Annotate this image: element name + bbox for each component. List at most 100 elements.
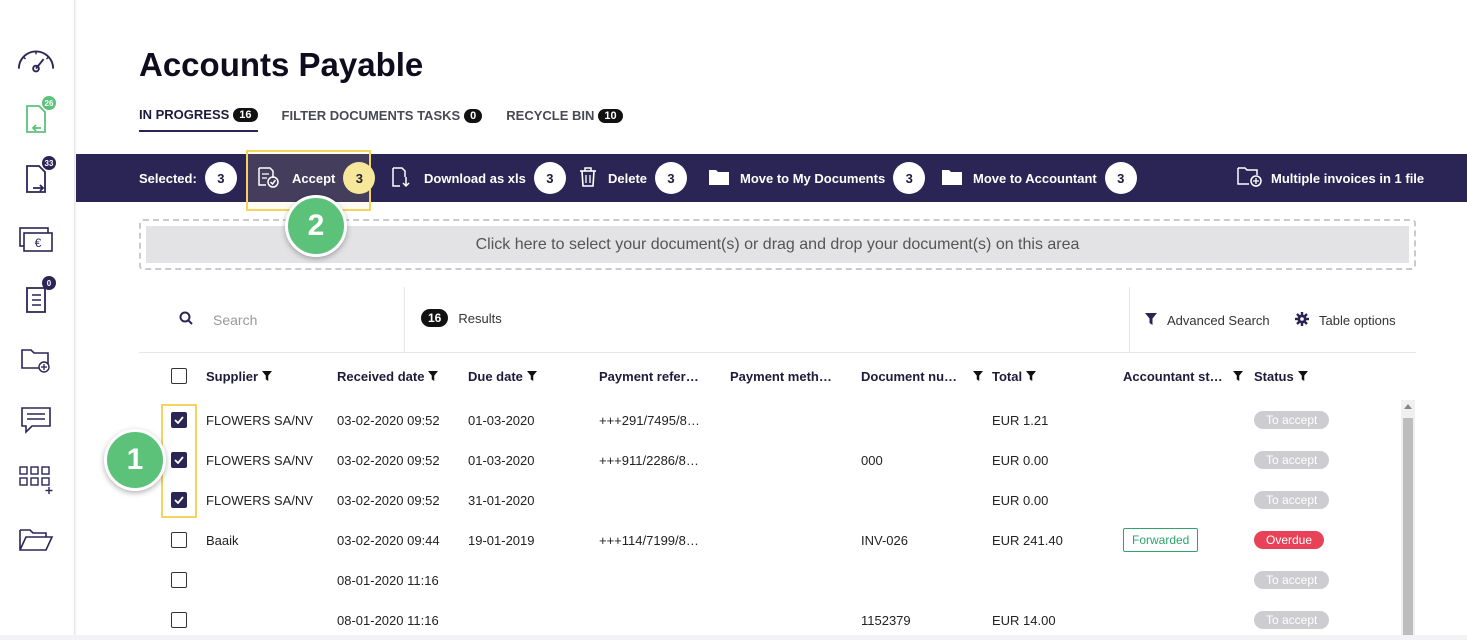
table-row[interactable]: 08-01-2020 11:16 To accept xyxy=(139,560,1399,600)
accept-label: Accept xyxy=(292,170,336,186)
tab-recycle-bin[interactable]: RECYCLE BIN 10 xyxy=(506,107,623,132)
selected-indicator: Selected: 3 xyxy=(139,154,237,202)
total-cell: EUR 0.00 xyxy=(992,492,1049,508)
filter-icon[interactable] xyxy=(428,369,439,384)
step-2-badge: 2 xyxy=(285,195,347,257)
table-row[interactable]: 08-01-2020 11:16 1152379 EUR 14.00 To ac… xyxy=(139,600,1399,640)
move-accountant-count: 3 xyxy=(1104,162,1137,194)
table-row[interactable]: Baaik 03-02-2020 09:44 19-01-2019 +++114… xyxy=(139,520,1399,560)
column-status[interactable]: Status xyxy=(1254,354,1308,398)
column-total[interactable]: Total xyxy=(992,354,1037,398)
selected-checkboxes-highlight xyxy=(161,404,197,518)
toolbar-divider xyxy=(1129,287,1130,353)
gear-icon xyxy=(1295,311,1309,329)
document-number-cell: 000 xyxy=(861,452,883,468)
multiple-invoices-button[interactable]: Multiple invoices in 1 file xyxy=(1237,154,1424,202)
delete-count: 3 xyxy=(655,162,688,194)
filter-icon xyxy=(1145,312,1157,328)
table-scrollbar[interactable] xyxy=(1401,400,1415,635)
table-row[interactable]: FLOWERS SA/NV 03-02-2020 09:52 31-01-202… xyxy=(139,480,1399,520)
filter-icon[interactable] xyxy=(973,369,984,384)
search-icon xyxy=(179,311,193,330)
document-number-cell: INV-026 xyxy=(861,532,908,548)
payment-reference-cell: +++911/2286/8… xyxy=(599,452,699,468)
table-row[interactable]: FLOWERS SA/NV 03-02-2020 09:52 01-03-202… xyxy=(139,440,1399,480)
outgoing-documents-icon[interactable]: 33 xyxy=(16,156,56,200)
table-row[interactable]: FLOWERS SA/NV 03-02-2020 09:52 01-03-202… xyxy=(139,400,1399,440)
messages-icon[interactable] xyxy=(16,400,56,440)
results-count: 16 xyxy=(421,309,449,327)
filter-icon[interactable] xyxy=(1026,369,1037,384)
add-folder-icon[interactable] xyxy=(16,340,56,380)
download-xls-button[interactable]: Download as xls 3 xyxy=(390,154,566,202)
add-folder-icon xyxy=(1237,166,1263,191)
search-input[interactable] xyxy=(213,312,373,328)
delete-button[interactable]: Delete 3 xyxy=(578,154,688,202)
row-checkbox[interactable] xyxy=(171,600,187,640)
tab-filter-documents-tasks[interactable]: FILTER DOCUMENTS TASKS 0 xyxy=(282,107,483,132)
move-to-my-documents-button[interactable]: Move to My Documents 3 xyxy=(708,154,926,202)
due-date-cell: 31-01-2020 xyxy=(468,492,535,508)
step-1-badge: 1 xyxy=(104,429,166,491)
status-badge: To accept xyxy=(1254,571,1330,589)
status-badge: To accept xyxy=(1254,611,1330,629)
table-options-button[interactable]: Table options xyxy=(1295,287,1396,353)
column-supplier[interactable]: Supplier xyxy=(206,354,273,398)
column-due-date[interactable]: Due date xyxy=(468,354,537,398)
total-cell: EUR 1.21 xyxy=(992,412,1049,428)
tab-bar: IN PROGRESS 16 FILTER DOCUMENTS TASKS 0 … xyxy=(139,107,623,132)
select-all-checkbox[interactable] xyxy=(171,354,187,398)
column-label: Accountant st… xyxy=(1123,368,1223,384)
scroll-up-arrow-icon[interactable] xyxy=(1404,404,1412,409)
incoming-documents-icon[interactable]: 26 xyxy=(16,96,56,140)
documents-table-card: 16 Results Advanced Search Table options… xyxy=(139,287,1416,635)
filter-icon[interactable] xyxy=(526,369,537,384)
task-list-icon[interactable]: 0 xyxy=(16,276,56,320)
search-box xyxy=(139,287,405,353)
column-label: Supplier xyxy=(206,368,259,384)
euro-payments-icon[interactable]: € xyxy=(16,220,56,260)
supplier-cell: FLOWERS SA/NV xyxy=(206,492,313,508)
filter-icon[interactable] xyxy=(1297,369,1308,384)
download-label: Download as xls xyxy=(424,170,526,186)
incoming-count-badge: 26 xyxy=(42,96,56,110)
download-count: 3 xyxy=(533,162,566,194)
multiple-invoices-label: Multiple invoices in 1 file xyxy=(1271,170,1425,186)
filter-icon[interactable] xyxy=(1232,369,1243,384)
results-summary: 16 Results xyxy=(421,309,502,327)
received-date-cell: 08-01-2020 11:16 xyxy=(337,612,439,628)
status-cell: To accept xyxy=(1254,600,1330,640)
move-to-accountant-button[interactable]: Move to Accountant 3 xyxy=(941,154,1137,202)
tab-in-progress[interactable]: IN PROGRESS 16 xyxy=(139,107,258,132)
trash-icon xyxy=(578,166,598,191)
results-label: Results xyxy=(458,310,502,326)
delete-label: Delete xyxy=(608,170,648,186)
received-date-cell: 03-02-2020 09:52 xyxy=(337,452,440,468)
tab-label: FILTER DOCUMENTS TASKS xyxy=(281,108,461,123)
dashboard-speedometer-icon[interactable] xyxy=(16,40,56,80)
outgoing-count-badge: 33 xyxy=(42,156,56,170)
status-badge: To accept xyxy=(1254,411,1330,429)
advanced-search-button[interactable]: Advanced Search xyxy=(1145,287,1270,353)
status-cell: To accept xyxy=(1254,560,1330,600)
scroll-thumb[interactable] xyxy=(1403,418,1413,635)
column-payment-reference[interactable]: Payment refer… xyxy=(599,354,699,398)
column-received-date[interactable]: Received date xyxy=(337,354,439,398)
column-label: Due date xyxy=(468,368,523,384)
column-document-number[interactable]: Document nu… xyxy=(861,354,984,398)
column-payment-method[interactable]: Payment meth… xyxy=(730,354,832,398)
table-options-label: Table options xyxy=(1319,312,1396,328)
apps-grid-icon[interactable] xyxy=(16,460,56,500)
total-cell: EUR 241.40 xyxy=(992,532,1063,548)
filter-icon[interactable] xyxy=(262,369,273,384)
column-accountant-status[interactable]: Accountant st… xyxy=(1123,354,1243,398)
column-label: Total xyxy=(992,368,1023,384)
selected-count: 3 xyxy=(204,162,237,194)
status-badge: Overdue xyxy=(1254,531,1325,549)
row-checkbox[interactable] xyxy=(171,560,187,600)
due-date-cell: 01-03-2020 xyxy=(468,412,535,428)
open-folder-icon[interactable] xyxy=(16,520,56,560)
accountant-status-cell: Forwarded xyxy=(1123,520,1199,560)
row-checkbox[interactable] xyxy=(171,520,187,560)
selection-action-bar: Selected: 3 Accept 3 Download as xls 3 D… xyxy=(76,150,1467,211)
